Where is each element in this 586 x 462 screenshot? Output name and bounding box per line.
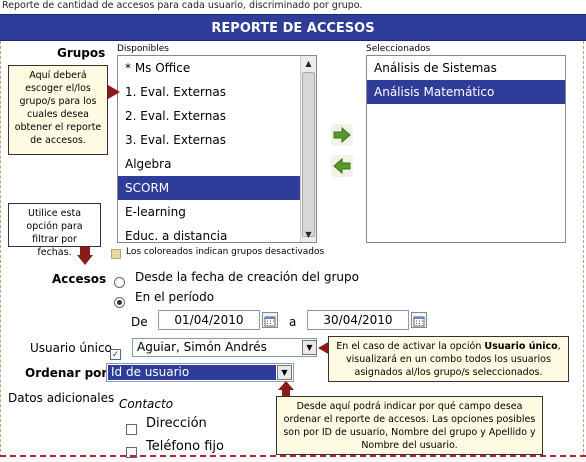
ordenar-value: Id de usuario <box>108 365 276 380</box>
radio-creation-label: Desde la fecha de creación del grupo <box>135 270 359 284</box>
checkmark-icon: ✓ <box>110 349 121 360</box>
selected-item[interactable]: Análisis de Sistemas <box>367 56 565 80</box>
available-list-scrollbar[interactable]: ▲ ▼ <box>300 56 316 242</box>
ordenar-label: Ordenar por <box>25 366 108 380</box>
date-from-label: De <box>131 315 148 329</box>
date-from-calendar-icon[interactable] <box>262 312 278 328</box>
date-to-calendar-icon[interactable] <box>411 312 427 328</box>
radio-period-label: En el período <box>135 290 215 304</box>
add-group-button[interactable] <box>331 124 353 146</box>
available-item[interactable]: 3. Eval. Externas <box>118 128 316 152</box>
usuario-unico-checkbox[interactable]: ✓ <box>110 342 121 361</box>
accesos-label: Accesos <box>52 272 107 286</box>
available-item[interactable]: SCORM <box>118 176 316 200</box>
note-pointer-down-icon <box>77 247 93 265</box>
telefono-checkbox[interactable] <box>126 443 137 462</box>
ordenar-select[interactable]: Id de usuario <box>106 363 294 382</box>
scroll-down-icon[interactable]: ▼ <box>301 227 316 242</box>
arrow-left-icon <box>333 158 351 174</box>
ordenar-help-note: Desde aquí podrá indicar por qué campo d… <box>276 396 543 455</box>
date-from-input[interactable]: 01/04/2010 <box>158 310 260 330</box>
selected-item[interactable]: Análisis Matemático <box>367 80 565 104</box>
usuario-help-note: En el caso de activar la opción Usuario … <box>328 336 569 382</box>
grupos-label: Grupos <box>57 46 106 60</box>
disponibles-label: Disponibles <box>117 44 169 54</box>
datos-adicionales-label: Datos adicionales <box>8 391 115 405</box>
available-item[interactable]: Algebra <box>118 152 316 176</box>
deactivated-legend: Los coloreados indican grupos desactivad… <box>126 247 325 257</box>
available-item[interactable]: 2. Eval. Externas <box>118 104 316 128</box>
direccion-label: Dirección <box>146 416 207 431</box>
usuario-dropdown-icon[interactable]: ▼ <box>302 340 317 355</box>
usuario-unico-label: Usuario único <box>30 341 112 355</box>
radio-creation-input[interactable] <box>114 277 125 288</box>
contacto-section-label: Contacto <box>119 397 174 411</box>
date-to-label: a <box>289 315 297 329</box>
telefono-label: Teléfono fijo <box>146 439 224 454</box>
bottom-divider <box>0 455 586 457</box>
date-to-input[interactable]: 30/04/2010 <box>307 310 409 330</box>
direccion-checkbox[interactable] <box>126 420 137 439</box>
remove-group-button[interactable] <box>331 155 353 177</box>
available-item[interactable]: Educ. a distancia <box>118 224 316 242</box>
note-pointer-up-icon <box>278 381 294 397</box>
radio-period-input[interactable] <box>114 297 125 308</box>
page-description: Reporte de cantidad de accesos para cada… <box>2 0 363 11</box>
available-item[interactable]: * Ms Office <box>118 56 316 80</box>
radio-creation-date[interactable] <box>114 273 125 292</box>
deactivated-color-swatch <box>111 249 121 259</box>
available-item[interactable]: E-learning <box>118 200 316 224</box>
scroll-up-icon[interactable]: ▲ <box>301 56 316 71</box>
usuario-unico-value: Aguiar, Simón Andrés <box>137 340 267 354</box>
available-groups-list[interactable]: * Ms Office 1. Eval. Externas 2. Eval. Ext… <box>117 55 317 243</box>
seleccionados-label: Seleccionados <box>366 44 431 54</box>
report-header-title: REPORTE DE ACCESOS <box>0 14 586 41</box>
selected-groups-list[interactable]: Análisis de Sistemas Análisis Matemático <box>366 55 566 243</box>
radio-period[interactable] <box>114 293 125 312</box>
ordenar-dropdown-icon[interactable]: ▼ <box>277 365 292 380</box>
available-item[interactable]: 1. Eval. Externas <box>118 80 316 104</box>
arrow-right-icon <box>333 127 351 143</box>
scroll-thumb[interactable] <box>302 72 315 237</box>
fechas-help-note: Utilice esta opción para filtrar por fec… <box>8 203 101 258</box>
grupos-help-note: Aquí deberá escoger el/los grupo/s para … <box>8 65 108 155</box>
note-pointer-right-icon <box>108 85 120 99</box>
usuario-unico-select[interactable]: Aguiar, Simón Andrés <box>132 338 317 357</box>
